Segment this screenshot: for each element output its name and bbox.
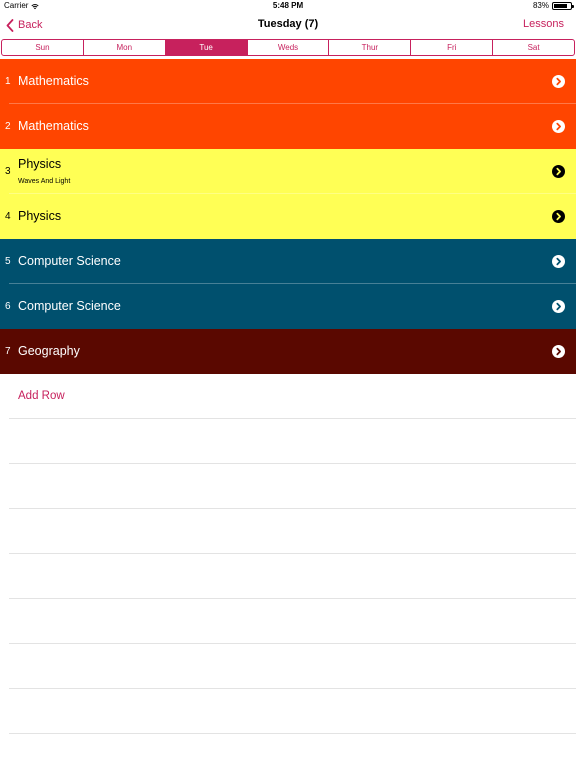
empty-row-separator <box>9 598 576 599</box>
lesson-number: 2 <box>5 121 11 132</box>
page-title: Tuesday (7) <box>257 18 319 30</box>
lessons-button[interactable]: Lessons <box>523 12 564 36</box>
lesson-name: Physics <box>18 209 62 223</box>
chevron-right-circle-icon[interactable] <box>552 255 565 268</box>
day-segmented-control: Sun Mon Tue Weds Thur Fri Sat <box>1 39 575 56</box>
chevron-right-circle-icon[interactable] <box>552 210 565 223</box>
lesson-name: Geography <box>18 344 80 358</box>
lesson-name: Computer Science <box>18 299 121 313</box>
lesson-row[interactable]: 1 Mathematics <box>0 59 576 104</box>
lesson-row[interactable]: 7 Geography <box>0 329 576 374</box>
day-tab-sun[interactable]: Sun <box>2 40 83 55</box>
lesson-number: 5 <box>5 256 11 267</box>
empty-row-separator <box>9 733 576 734</box>
battery-icon <box>552 2 574 10</box>
navigation-bar: Back Tuesday (7) Lessons <box>0 12 576 38</box>
day-tab-tue[interactable]: Tue <box>164 40 247 55</box>
chevron-right-circle-icon[interactable] <box>552 345 565 358</box>
day-tab-fri[interactable]: Fri <box>410 40 492 55</box>
lesson-list: 1 Mathematics 2 Mathematics 3 Physics Waves An… <box>0 59 576 374</box>
battery-fill <box>554 4 568 8</box>
status-bar: Carrier 5:48 PM 83% <box>0 0 576 12</box>
empty-row-separator <box>9 643 576 644</box>
empty-row-separator <box>9 418 576 419</box>
lesson-row[interactable]: 3 Physics Waves And Light <box>0 149 576 194</box>
empty-row-separator <box>9 553 576 554</box>
lesson-row[interactable]: 4 Physics <box>0 194 576 239</box>
day-tab-weds[interactable]: Weds <box>246 40 329 55</box>
status-right: 83% <box>532 0 574 12</box>
lesson-row[interactable]: 5 Computer Science <box>0 239 576 284</box>
lesson-number: 3 <box>5 166 11 177</box>
lesson-row[interactable]: 2 Mathematics <box>0 104 576 149</box>
day-tab-thur[interactable]: Thur <box>328 40 410 55</box>
status-time: 5:48 PM <box>272 1 304 10</box>
lesson-name: Computer Science <box>18 254 121 268</box>
day-tab-mon[interactable]: Mon <box>82 40 165 55</box>
lesson-number: 6 <box>5 301 11 312</box>
add-row-button[interactable]: Add Row <box>18 383 65 409</box>
lesson-name: Mathematics <box>18 119 89 133</box>
chevron-right-circle-icon[interactable] <box>552 75 565 88</box>
lesson-number: 4 <box>5 211 11 222</box>
empty-row-separator <box>9 463 576 464</box>
lesson-name: Mathematics <box>18 74 89 88</box>
chevron-right-circle-icon[interactable] <box>552 300 565 313</box>
lesson-number: 1 <box>5 76 11 87</box>
day-tab-sat[interactable]: Sat <box>492 40 574 55</box>
lesson-subtitle: Waves And Light <box>18 178 71 185</box>
battery-percent: 83% <box>532 1 549 10</box>
lesson-number: 7 <box>5 346 11 357</box>
lesson-name: Physics <box>18 157 62 171</box>
chevron-right-circle-icon[interactable] <box>552 165 565 178</box>
lesson-row[interactable]: 6 Computer Science <box>0 284 576 329</box>
empty-row-separator <box>9 688 576 689</box>
chevron-right-circle-icon[interactable] <box>552 120 565 133</box>
empty-row-separator <box>9 508 576 509</box>
